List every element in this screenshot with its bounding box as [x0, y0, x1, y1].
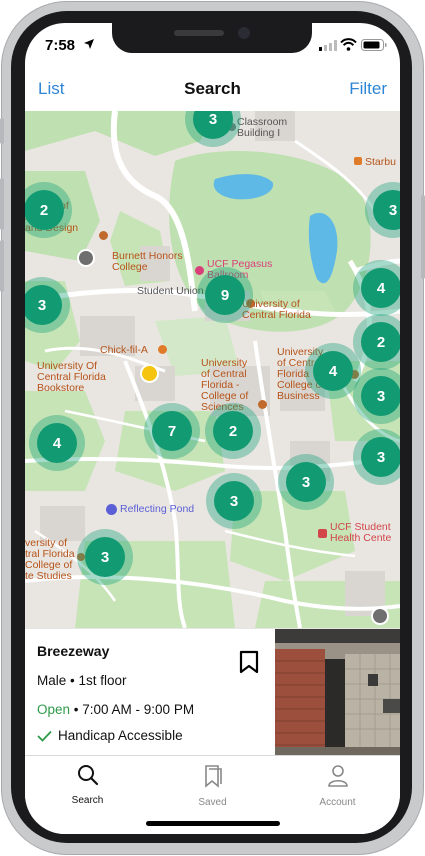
- cluster-count: 7: [152, 411, 192, 451]
- cluster-count: 4: [37, 423, 77, 463]
- filter-button[interactable]: Filter: [349, 79, 387, 99]
- status-time: 7:58: [45, 37, 76, 54]
- map-label-graduate: versity of tral Florida College of te St…: [25, 537, 75, 582]
- map-poi-icon: [318, 529, 327, 538]
- power-button: [421, 195, 425, 279]
- tab-account[interactable]: Account: [275, 764, 400, 808]
- restroom-photo: [275, 629, 400, 756]
- cluster-count: 2: [361, 322, 400, 362]
- map-cluster[interactable]: 9: [197, 267, 253, 323]
- map-cluster[interactable]: 3: [278, 454, 334, 510]
- location-arrow-icon: [84, 39, 94, 49]
- tab-label-account: Account: [319, 797, 356, 808]
- hours-text: • 7:00 AM - 9:00 PM: [70, 702, 195, 717]
- tab-search[interactable]: Search: [25, 764, 150, 806]
- cluster-count: 3: [361, 437, 400, 477]
- cluster-count: 3: [286, 462, 326, 502]
- cluster-count: 4: [313, 351, 353, 391]
- cellular-signal-icon: [319, 40, 337, 51]
- cluster-count: 3: [361, 376, 400, 416]
- map-label-ucf: University of Central Florida: [242, 298, 311, 321]
- card-hours: Open • 7:00 AM - 9:00 PM: [37, 702, 194, 717]
- notch: [112, 23, 312, 53]
- page-title: Search: [184, 79, 241, 98]
- cluster-count: 3: [25, 285, 62, 325]
- front-camera: [238, 27, 250, 39]
- map-poi-icon: [158, 345, 167, 354]
- tab-label-saved: Saved: [198, 797, 227, 808]
- cluster-count: 2: [213, 411, 253, 451]
- tab-label-search: Search: [71, 795, 104, 806]
- map-poi-icon: [99, 231, 108, 240]
- map-pin-gray[interactable]: [77, 249, 95, 267]
- search-icon: [77, 765, 98, 786]
- map-cluster[interactable]: 2: [205, 403, 261, 459]
- map-poi-icon: [195, 266, 204, 275]
- photo-illustration: [275, 629, 400, 756]
- map-cluster[interactable]: 3: [353, 429, 400, 485]
- tab-saved[interactable]: Saved: [150, 764, 275, 808]
- cluster-count: 3: [193, 111, 233, 139]
- speaker: [174, 30, 224, 36]
- cluster-count: 2: [25, 190, 64, 230]
- card-accessibility: Handicap Accessible: [37, 728, 183, 743]
- map-label-classroom: Classroom Building I: [237, 116, 288, 139]
- restroom-card[interactable]: Breezeway Male • 1st floor Open • 7:00 A…: [25, 628, 400, 756]
- person-icon: [327, 765, 348, 787]
- map-cluster[interactable]: 7: [144, 403, 200, 459]
- cluster-count: 3: [373, 190, 400, 230]
- cluster-count: 3: [214, 481, 254, 521]
- map-cluster[interactable]: 3: [206, 473, 262, 529]
- card-gender-floor: Male • 1st floor: [37, 673, 127, 688]
- screen: 7:58 List Search Filter Classroom Buildi…: [25, 23, 400, 834]
- cluster-count: 9: [205, 275, 245, 315]
- map-poi-icon: [354, 157, 362, 165]
- map-view[interactable]: Classroom Building I Starbu School of Ar…: [25, 111, 400, 628]
- map-label-bookstore: University Of Central Florida Bookstore: [37, 360, 106, 394]
- open-status: Open: [37, 702, 71, 717]
- reflecting-pond-icon: [106, 504, 117, 515]
- battery-icon: [361, 39, 387, 51]
- map-cluster[interactable]: 3: [77, 529, 133, 585]
- cluster-count: 3: [85, 537, 125, 577]
- mute-switch: [0, 118, 4, 144]
- map-pin-gray[interactable]: [371, 607, 389, 625]
- map-cluster[interactable]: 3: [353, 368, 400, 424]
- nav-bar: List Search Filter: [25, 67, 400, 111]
- status-bar: 7:58: [25, 23, 400, 67]
- card-title: Breezeway: [37, 643, 110, 659]
- map-poi-icon: [258, 400, 267, 409]
- bookmarks-icon: [204, 765, 222, 788]
- volume-down-button: [0, 240, 4, 292]
- map-label-health: UCF Student Health Cente: [330, 521, 392, 544]
- map-label-student-union: Student Union: [137, 285, 204, 297]
- access-label: Handicap Accessible: [58, 728, 183, 743]
- volume-up-button: [0, 178, 4, 230]
- home-indicator[interactable]: [146, 821, 280, 826]
- map-label-reflecting-pond: Reflecting Pond: [120, 503, 195, 515]
- map-cluster[interactable]: 4: [353, 260, 400, 316]
- map-label-starbucks: Starbu: [365, 156, 396, 168]
- map-pin-selected[interactable]: [140, 364, 159, 383]
- map-label-burnett: Burnett Honors College: [112, 250, 183, 273]
- map-cluster[interactable]: 4: [29, 415, 85, 471]
- map-cluster[interactable]: 2: [353, 314, 400, 370]
- checkmark-icon: [37, 730, 52, 742]
- map-label-chickfila: Chick-fil-A: [100, 344, 148, 356]
- cluster-count: 4: [361, 268, 400, 308]
- bookmark-icon[interactable]: [239, 650, 259, 674]
- wifi-icon: [340, 38, 357, 51]
